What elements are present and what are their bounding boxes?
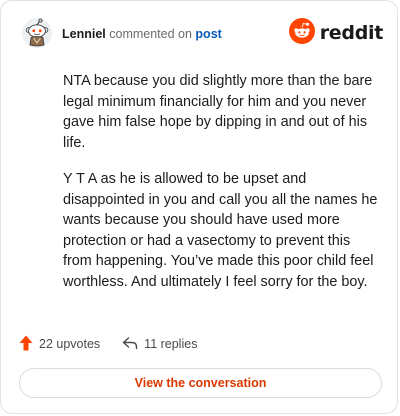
comment-body: NTA because you did slightly more than t… [63, 71, 381, 308]
comment-stats: 22 upvotes 11 replies [19, 334, 197, 354]
replies-label: 11 replies [144, 337, 198, 351]
snoo-avatar-icon[interactable] [21, 17, 53, 49]
reddit-wordmark: reddit [319, 22, 384, 44]
comment-paragraph: NTA because you did slightly more than t… [63, 73, 373, 151]
reddit-snoo-icon [288, 17, 315, 49]
upvote-arrow-icon[interactable] [19, 335, 33, 354]
embedded-comment-card: Lenniel commented on post reddit NTA bec… [0, 0, 398, 414]
post-link[interactable]: post [195, 27, 221, 41]
reply-arrow-icon[interactable] [122, 336, 138, 353]
comment-byline: Lenniel commented on post [62, 26, 222, 42]
upvotes-label: 22 upvotes [39, 337, 101, 351]
reply-count[interactable]: 11 replies [122, 336, 197, 353]
reddit-logo[interactable]: reddit [288, 17, 384, 49]
comment-header: Lenniel commented on post reddit [21, 17, 383, 53]
byline-verb: commented on [109, 27, 192, 41]
comment-author[interactable]: Lenniel [62, 27, 106, 41]
view-conversation-button[interactable]: View the conversation [19, 368, 382, 398]
upvote-count[interactable]: 22 upvotes [19, 335, 100, 354]
comment-paragraph: Y T A as he is allowed to be upset and d… [63, 171, 378, 290]
